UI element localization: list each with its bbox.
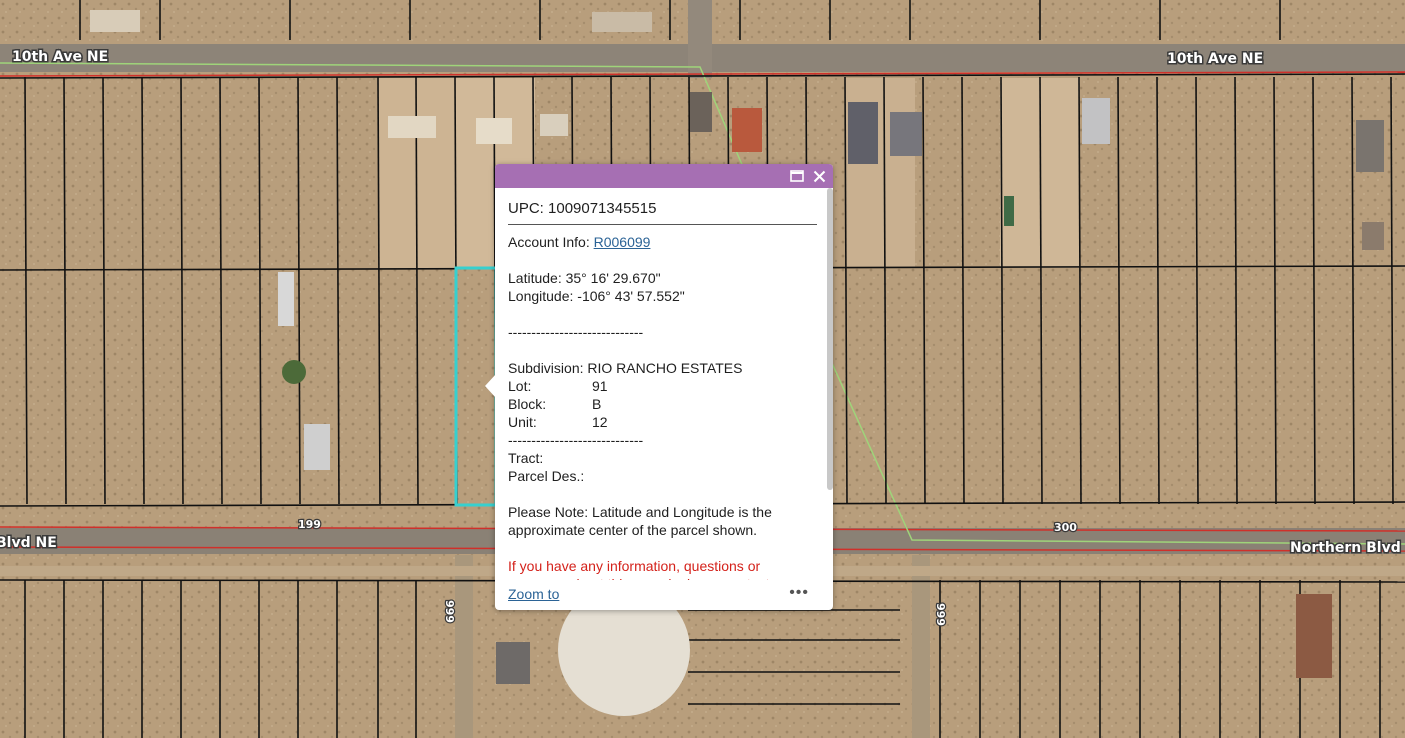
account-info: Account Info: R006099 [508,233,819,251]
lot-row: Lot: 91 [508,377,819,395]
tract: Tract: [508,450,544,466]
popup-footer: Zoom to ••• [495,580,833,610]
subdivision: Subdivision: RIO RANCHO ESTATES [508,360,743,376]
separator: ----------------------------- [508,324,644,340]
maximize-icon[interactable] [787,166,807,186]
more-actions-button[interactable]: ••• [789,584,809,602]
road-dirt-vertical [912,555,930,738]
parcel-description: Parcel Des.: [508,468,585,484]
close-icon[interactable] [809,166,829,186]
coordinate-note: Please Note: Latitude and Longitude is t… [508,504,772,538]
road-label-northern-left: Blvd NE [0,535,57,551]
account-label: Account Info: [508,234,594,250]
separator: ----------------------------- [508,432,644,448]
lot-value: 91 [592,378,608,394]
unit-label: Unit: [508,414,537,430]
road-label-10th-ave-left: 10th Ave NE [12,49,108,65]
popup-header [495,164,833,188]
popup-scrollbar[interactable] [827,188,833,490]
parcel-popup[interactable]: UPC: 1009071345515 Account Info: R006099… [485,164,833,610]
longitude: Longitude: -106° 43' 57.552" [508,288,685,304]
block-value: B [592,396,602,412]
popup-content[interactable]: UPC: 1009071345515 Account Info: R006099… [495,188,833,580]
lot-label: Lot: [508,378,532,394]
address-label-300: 300 [1054,521,1077,534]
road-dirt-vertical [455,555,473,738]
unit-row: Unit: 12 [508,413,819,431]
block-row: Block: B [508,395,819,413]
account-link[interactable]: R006099 [594,234,651,250]
contact-note: If you have any information, questions o… [508,558,770,580]
latitude: Latitude: 35° 16' 29.670" [508,270,661,286]
road-label-10th-ave-right: 10th Ave NE [1167,51,1263,67]
address-label-199: 199 [298,518,321,531]
road-label-northern-right: Northern Blvd [1290,540,1401,556]
address-label-999-right: 999 [934,603,947,626]
dirt-lot [378,78,458,268]
address-label-999-left: 999 [443,600,456,623]
unit-value: 12 [592,414,608,430]
upc-title: UPC: 1009071345515 [508,200,817,225]
block-label: Block: [508,396,547,412]
zoom-to-link[interactable]: Zoom to [508,586,559,602]
